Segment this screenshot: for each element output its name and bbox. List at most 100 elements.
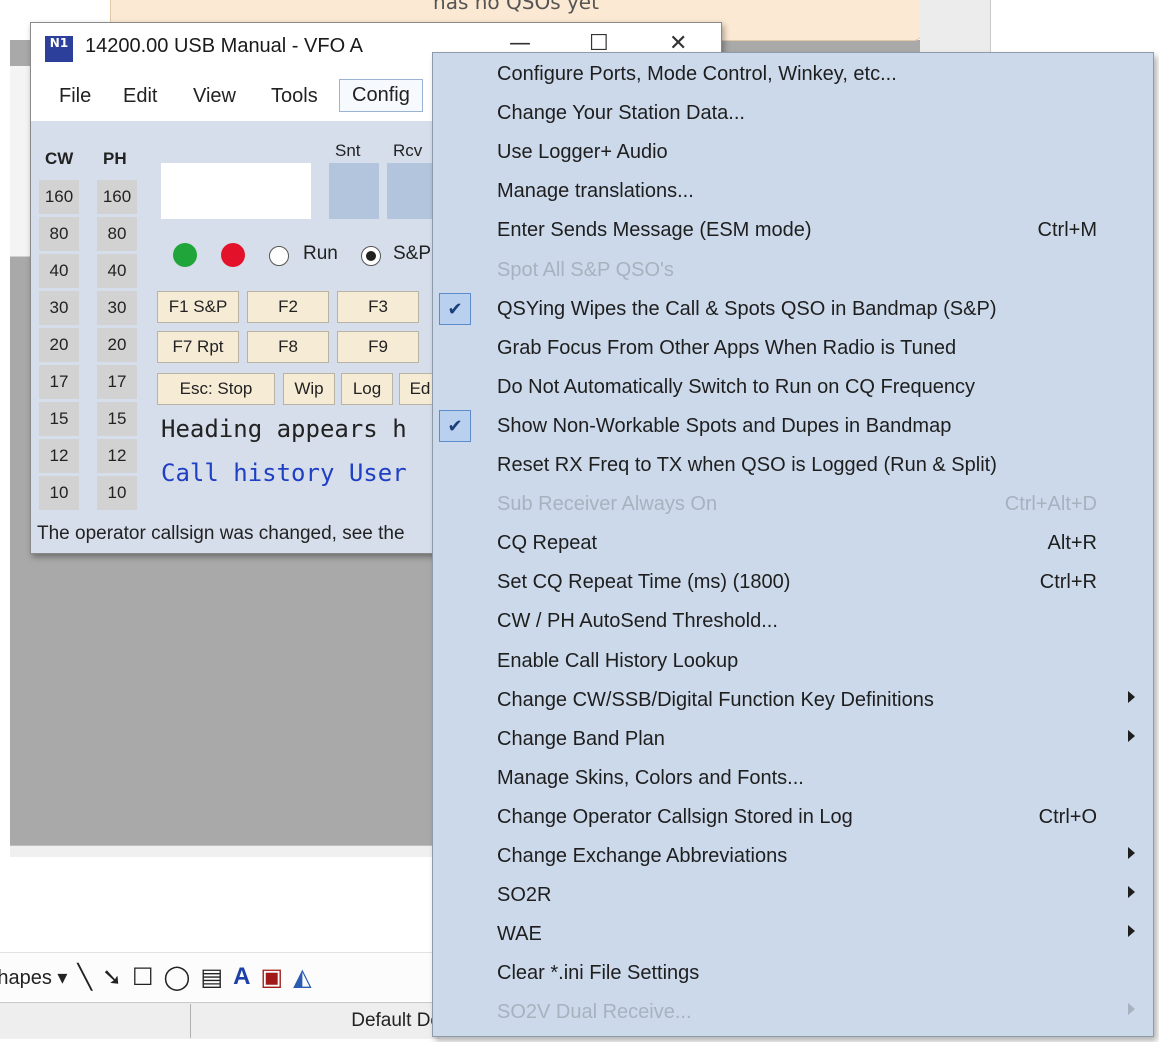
menu-item[interactable]: Change Band Plan (433, 720, 1153, 759)
menu-view[interactable]: View (193, 85, 236, 108)
menu-file[interactable]: File (59, 85, 91, 108)
menu-item-shortcut: Ctrl+R (1039, 571, 1097, 594)
esc-stop-button[interactable]: Esc: Stop (157, 373, 275, 405)
window-title: 14200.00 USB Manual - VFO A (85, 35, 363, 57)
menu-item-label: Do Not Automatically Switch to Run on CQ… (497, 375, 975, 398)
sp-radio-label: S&P (393, 243, 432, 264)
checkmark-icon: ✔ (439, 409, 471, 442)
menu-item[interactable]: Enable Call History Lookup (433, 642, 1153, 681)
band-ph-80[interactable]: 80 (97, 217, 137, 251)
menu-item-label: Manage Skins, Colors and Fonts... (497, 766, 804, 789)
menu-item[interactable]: Do Not Automatically Switch to Run on CQ… (433, 368, 1153, 407)
menu-item[interactable]: Set CQ Repeat Time (ms) (1800) Ctrl+R (433, 563, 1153, 602)
menu-item: SO2V Dual Receive... (433, 993, 1153, 1032)
menu-item[interactable]: Change CW/SSB/Digital Function Key Defin… (433, 681, 1153, 720)
menu-item-label: Set CQ Repeat Time (ms) (1800) (497, 571, 791, 594)
menu-item[interactable]: ✔ QSYing Wipes the Call & Spots QSO in Ba… (433, 290, 1153, 329)
log-button[interactable]: Log (341, 373, 393, 405)
submenu-arrow-icon (1128, 1003, 1135, 1016)
snt-input[interactable] (329, 163, 379, 219)
menu-item-label: Configure Ports, Mode Control, Winkey, e… (497, 63, 897, 85)
menu-item[interactable]: CQ Repeat Alt+R (433, 524, 1153, 563)
band-cw-10[interactable]: 10 (39, 476, 79, 510)
oval-icon[interactable]: ◯ (164, 963, 191, 992)
band-ph-40[interactable]: 40 (97, 254, 137, 288)
menu-item[interactable]: Manage Skins, Colors and Fonts... (433, 759, 1153, 798)
status-line: The operator callsign was changed, see t… (37, 523, 405, 544)
wordart-icon[interactable]: A (233, 963, 250, 991)
band-cw-17[interactable]: 17 (39, 365, 79, 399)
menu-item[interactable]: Grab Focus From Other Apps When Radio is… (433, 329, 1153, 368)
rcv-input[interactable] (387, 163, 437, 219)
band-ph-15[interactable]: 15 (97, 402, 137, 436)
band-ph-17[interactable]: 17 (97, 365, 137, 399)
band-ph-30[interactable]: 30 (97, 291, 137, 325)
menu-item[interactable]: Configure Ports, Mode Control, Winkey, e… (433, 55, 1153, 94)
textbox-icon[interactable]: ▤ (200, 963, 223, 992)
menu-item[interactable]: Change Exchange Abbreviations (433, 837, 1153, 876)
band-cw-160[interactable]: 160 (39, 180, 79, 214)
band-cw-30[interactable]: 30 (39, 291, 79, 325)
rcv-label: Rcv (393, 141, 423, 160)
menu-item-label: Grab Focus From Other Apps When Radio is… (497, 336, 957, 359)
red-led-icon (221, 243, 245, 267)
menu-item[interactable]: Manage translations... (433, 172, 1153, 211)
menu-item-shortcut: Ctrl+O (1038, 805, 1097, 828)
sp-radio[interactable] (361, 246, 381, 266)
menu-item[interactable]: CW / PH AutoSend Threshold... (433, 602, 1153, 641)
menu-item-shortcut: Ctrl+Alt+D (1004, 493, 1097, 516)
menu-item: Spot All S&P QSO's (433, 251, 1153, 290)
wipe-button[interactable]: Wip (283, 373, 335, 405)
band-ph-12[interactable]: 12 (97, 439, 137, 473)
menu-item-label: Change CW/SSB/Digital Function Key Defin… (497, 688, 934, 711)
menu-item-label: CQ Repeat (497, 532, 598, 555)
picture-icon[interactable]: ▣ (260, 963, 283, 992)
band-cw-15[interactable]: 15 (39, 402, 79, 436)
shapes-dropdown[interactable]: Shapes ▾ (0, 965, 67, 990)
menu-item[interactable]: SO2R (433, 876, 1153, 915)
menu-item: Sub Receiver Always On Ctrl+Alt+D (433, 485, 1153, 524)
menu-item[interactable]: ✔ Show Non-Workable Spots and Dupes in Ba… (433, 407, 1153, 446)
submenu-arrow-icon (1128, 690, 1135, 703)
menu-item-label: Enable Call History Lookup (497, 649, 739, 672)
arrow-icon[interactable]: ➘ (102, 963, 122, 992)
f2-button[interactable]: F2 (247, 291, 329, 323)
f1-button[interactable]: F1 S&P (157, 291, 239, 323)
band-cw-12[interactable]: 12 (39, 439, 79, 473)
menu-item-label: CW / PH AutoSend Threshold... (497, 610, 778, 633)
green-led-icon (173, 243, 197, 267)
band-ph-160[interactable]: 160 (97, 180, 137, 214)
band-cw-40[interactable]: 40 (39, 254, 79, 288)
fill-color-icon[interactable]: ◭ (293, 963, 311, 992)
menu-item-label: SO2V Dual Receive... (497, 1001, 692, 1024)
ph-header: PH (103, 149, 127, 168)
f7-button[interactable]: F7 Rpt (157, 331, 239, 363)
f8-button[interactable]: F8 (247, 331, 329, 363)
call-input[interactable] (161, 163, 311, 219)
menu-item-label: Change Operator Callsign Stored in Log (497, 805, 853, 828)
band-ph-20[interactable]: 20 (97, 328, 137, 362)
menu-tools[interactable]: Tools (271, 85, 318, 108)
band-ph-10[interactable]: 10 (97, 476, 137, 510)
statusbar-cell: Default De (190, 1004, 441, 1038)
menu-item[interactable]: Change Your Station Data... (433, 94, 1153, 133)
band-cw-80[interactable]: 80 (39, 217, 79, 251)
call-history-line: Call history User (161, 459, 407, 487)
menu-item[interactable]: WAE (433, 915, 1153, 954)
menu-item[interactable]: Change Operator Callsign Stored in Log Ct… (433, 798, 1153, 837)
band-cw-20[interactable]: 20 (39, 328, 79, 362)
submenu-arrow-icon (1128, 847, 1135, 859)
f9-button[interactable]: F9 (337, 331, 419, 363)
menu-edit[interactable]: Edit (123, 85, 157, 108)
menu-item[interactable]: Enter Sends Message (ESM mode) Ctrl+M (433, 211, 1153, 250)
menu-item[interactable]: Clear *.ini File Settings (433, 954, 1153, 993)
menu-config[interactable]: Config (339, 79, 423, 112)
rectangle-icon[interactable]: ☐ (132, 963, 154, 992)
run-radio[interactable] (269, 246, 289, 266)
menu-item[interactable]: Reset RX Freq to TX when QSO is Logged (… (433, 446, 1153, 485)
background-panel (920, 0, 991, 60)
menu-item[interactable]: Use Logger+ Audio (433, 133, 1153, 172)
f3-button[interactable]: F3 (337, 291, 419, 323)
line-icon[interactable]: ╲ (77, 963, 91, 992)
menu-item-label: Show Non-Workable Spots and Dupes in Ban… (497, 414, 952, 437)
